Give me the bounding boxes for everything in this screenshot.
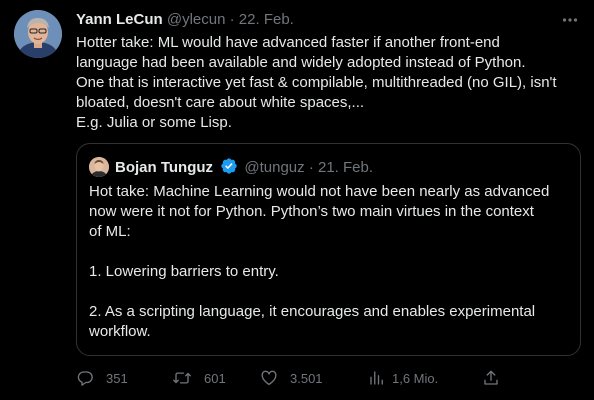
reply-icon [76,369,94,387]
views-icon [368,369,386,387]
quoted-text-line: of ML: [89,223,131,240]
quoted-text-line: workflow. [89,323,151,340]
quoted-text-line: Hot take: Machine Learning would not hav… [89,183,550,200]
quoted-author-handle[interactable]: @tunguz [244,159,304,176]
author-avatar[interactable] [14,10,62,58]
tweet-header: Yann LeCun @ylecun · 22. Feb. [76,10,580,30]
separator-dot: · [308,159,314,176]
tweet-date[interactable]: 22. Feb. [239,11,294,28]
views-button[interactable]: 1,6 Mio. [368,366,438,390]
retweet-icon [172,369,192,387]
share-button[interactable] [482,366,500,390]
heart-icon [260,369,278,387]
separator-dot: · [229,11,235,28]
share-icon [482,369,500,387]
tweet-text-line: E.g. Julia or some Lisp. [76,114,232,131]
quoted-tweet-text: Hot take: Machine Learning would not hav… [89,182,569,342]
tweet-actions-bar: 351 601 3.501 1,6 Mio. [76,366,516,390]
tweet-text-line: One that is interactive yet fast & compi… [76,74,557,91]
retweet-count: 601 [204,370,226,386]
tweet-text: Hotter take: ML would have advanced fast… [76,33,584,133]
reply-count: 351 [106,370,128,386]
tweet-text-line: bloated, doesn't care about white spaces… [76,94,365,111]
reply-button[interactable]: 351 [76,366,128,390]
quoted-tweet-date[interactable]: 21. Feb. [318,159,373,176]
quoted-text-line: 2. As a scripting language, it encourage… [89,303,536,320]
more-horizontal-icon[interactable] [560,10,580,30]
quoted-text-line: 1. Lowering barriers to entry. [89,263,279,280]
views-count: 1,6 Mio. [392,370,439,386]
quoted-text-line [89,282,569,302]
like-count: 3.501 [290,370,323,386]
retweet-button[interactable]: 601 [172,366,226,390]
author-handle[interactable]: @ylecun [167,11,226,28]
quoted-text-line [89,242,569,262]
tweet-text-line: Hotter take: ML would have advanced fast… [76,34,500,51]
tweet-text-line: language had been available and widely a… [76,54,526,71]
verified-badge-icon [220,157,238,175]
quoted-author-avatar [89,157,109,177]
quoted-tweet-header: Bojan Tunguz @tunguz · 21. Feb. [115,157,373,177]
quoted-tweet-card[interactable]: Bojan Tunguz @tunguz · 21. Feb. Hot take… [76,143,581,356]
quoted-author-name[interactable]: Bojan Tunguz [115,159,213,176]
tweet[interactable]: Yann LeCun @ylecun · 22. Feb. Hotter tak… [0,0,594,400]
author-name[interactable]: Yann LeCun [76,11,163,28]
quoted-text-line: now were it not for Python. Python’s two… [89,203,534,220]
like-button[interactable]: 3.501 [260,366,323,390]
